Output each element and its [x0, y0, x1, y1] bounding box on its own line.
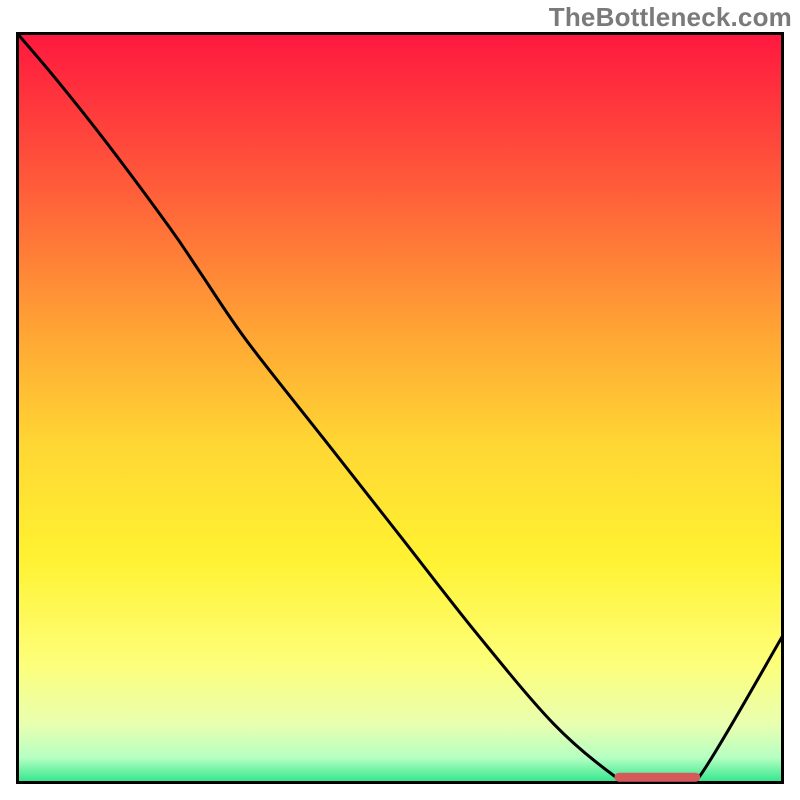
plot-svg [16, 32, 784, 784]
gradient-rect [16, 32, 784, 784]
watermark-text: TheBottleneck.com [549, 2, 792, 33]
chart-frame: TheBottleneck.com [0, 0, 800, 800]
plot-area [16, 32, 784, 784]
